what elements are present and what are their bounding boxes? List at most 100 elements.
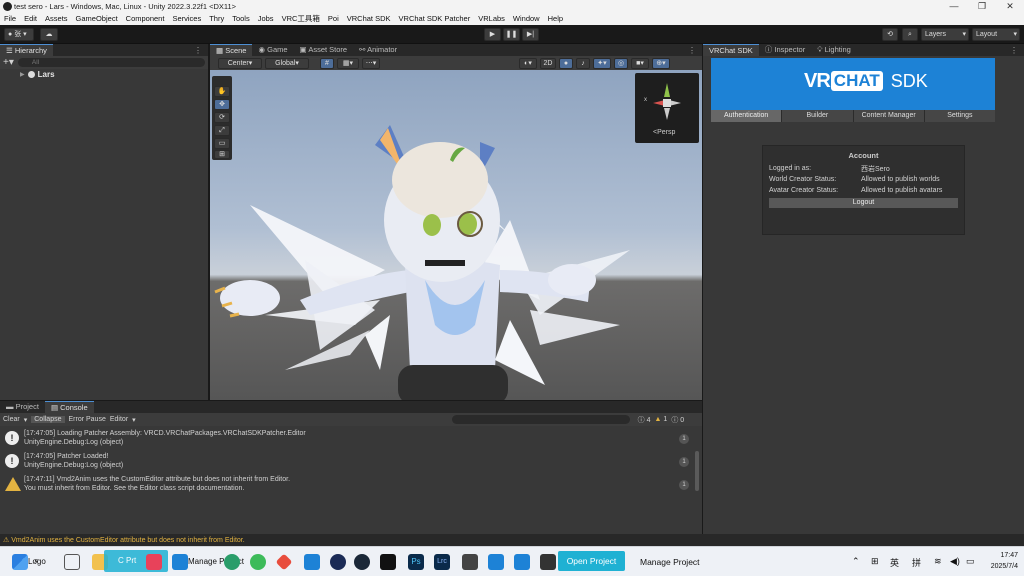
menu-window[interactable]: Window (509, 13, 544, 25)
camera-icon[interactable]: ■▾ (631, 57, 649, 69)
battery-icon[interactable]: ▭ (966, 556, 975, 567)
menu-vrc-toolbox[interactable]: VRC工具箱 (278, 13, 324, 25)
steam-icon[interactable] (354, 554, 370, 570)
layout-dropdown[interactable]: Layout ▾ (972, 28, 1020, 41)
clock-date[interactable]: 2025/7/4 (980, 563, 1018, 570)
gizmos-icon[interactable]: ⊕▾ (652, 57, 670, 69)
log-entry[interactable]: ! [17:47:05] Patcher Loaded! UnityEngine… (0, 451, 694, 473)
menu-vrlabs[interactable]: VRLabs (474, 13, 509, 25)
start-icon[interactable] (12, 554, 28, 570)
rotate-tool-icon[interactable]: ⟳ (214, 112, 230, 123)
diamond-app-icon[interactable] (275, 553, 293, 571)
transform-tool-icon[interactable]: ⊞ (214, 150, 230, 159)
wifi-icon[interactable]: ≋ (934, 556, 942, 567)
app-store-icon[interactable] (304, 554, 320, 570)
error-count-badge[interactable]: ⓘ 0 (671, 415, 684, 425)
menu-component[interactable]: Component (122, 13, 169, 25)
edge-icon[interactable] (224, 554, 240, 570)
logout-button[interactable]: Logout (769, 198, 958, 208)
ime-en[interactable]: 英 (890, 556, 899, 569)
lighting-toggle-icon[interactable]: ● (559, 57, 573, 69)
clear-dropdown-icon[interactable]: ▾ (24, 416, 28, 424)
tab-console[interactable]: ▤ Console (44, 401, 94, 413)
warn-count-badge[interactable]: ▲ 1 (655, 416, 668, 423)
tab-vrchat-sdk[interactable]: VRChat SDK (703, 44, 759, 56)
move-tool-icon[interactable]: ✥ (214, 99, 230, 110)
tab-hierarchy[interactable]: ☰ Hierarchy (0, 44, 53, 56)
play-button[interactable]: ▶ (484, 28, 501, 41)
clear-button[interactable]: Clear (3, 416, 20, 423)
menu-gameobject[interactable]: GameObject (72, 13, 122, 25)
app-icon[interactable] (462, 554, 478, 570)
status-bar[interactable]: ⚠ Vmd2Anim uses the CustomEditor attribu… (0, 534, 1024, 546)
minimize-icon[interactable]: — (940, 0, 968, 13)
nav-content-manager[interactable]: Content Manager (853, 110, 925, 122)
close-icon[interactable]: ✕ (996, 0, 1024, 13)
hidden-objects-icon[interactable]: ◎ (614, 57, 628, 69)
space-dropdown[interactable]: Global▾ (265, 57, 309, 69)
log-entry[interactable]: ! [17:47:05] Loading Patcher Assembly: V… (0, 428, 694, 450)
volume-icon[interactable]: ◀) (950, 556, 960, 567)
tab-lighting[interactable]: 💡︎ Lighting (811, 44, 857, 56)
panel-menu-icon[interactable]: ⋮ (194, 46, 202, 55)
menu-help[interactable]: Help (544, 13, 567, 25)
manage-project-button[interactable]: Manage Project (640, 557, 700, 567)
menu-poi[interactable]: Poi (324, 13, 343, 25)
tab-asset-store[interactable]: ▣ Asset Store (294, 44, 354, 56)
menu-edit[interactable]: Edit (20, 13, 41, 25)
menu-vrchat-sdk-patcher[interactable]: VRChat SDK Patcher (395, 13, 475, 25)
hierarchy-row-lars[interactable]: ▶ Lars (0, 69, 208, 80)
nav-authentication[interactable]: Authentication (711, 110, 783, 122)
tab-animator[interactable]: ⚯ Animator (353, 44, 403, 56)
scene-gizmo[interactable]: x <Persp (635, 73, 699, 143)
music-icon[interactable] (146, 554, 162, 570)
console-search-input[interactable] (451, 415, 630, 424)
menu-vrchat-sdk[interactable]: VRChat SDK (343, 13, 395, 25)
unity-icon[interactable] (540, 554, 556, 570)
clock-time[interactable]: 17:47 (990, 552, 1018, 559)
panel-menu-icon[interactable]: ⋮ (1010, 46, 1018, 55)
audio-toggle-icon[interactable]: ♪ (576, 57, 590, 69)
console-scrollbar[interactable] (695, 451, 699, 491)
app-icon[interactable] (514, 554, 530, 570)
scene-viewport[interactable]: ✋ ✥ ⟳ ⤢ ▭ ⊞ x <Persp (210, 70, 702, 400)
pause-button[interactable]: ❚❚ (503, 28, 520, 41)
search-icon[interactable]: ⌕ (902, 28, 918, 41)
menu-assets[interactable]: Assets (41, 13, 72, 25)
perspective-label[interactable]: <Persp (653, 129, 675, 136)
scale-tool-icon[interactable]: ⤢ (214, 125, 230, 136)
grid-snap-icon[interactable]: # (320, 57, 334, 69)
nav-settings[interactable]: Settings (924, 110, 995, 122)
step-button[interactable]: ▶| (522, 28, 539, 41)
layers-dropdown[interactable]: Layers ▾ (921, 28, 969, 41)
ime-pinyin[interactable]: 拼 (912, 556, 921, 569)
menu-file[interactable]: File (0, 13, 20, 25)
steam-alt-icon[interactable] (330, 554, 346, 570)
log-entry[interactable]: [17:47:11] Vmd2Anim uses the CustomEdito… (0, 474, 694, 496)
error-pause-button[interactable]: Error Pause (69, 416, 106, 423)
tray-apps-icon[interactable]: ⊞ (871, 556, 879, 567)
capcut-icon[interactable] (380, 554, 396, 570)
open-project-button[interactable]: Open Project (558, 551, 625, 571)
tab-game[interactable]: ◉ Game (252, 44, 293, 56)
search-label[interactable]: Logo (28, 557, 46, 566)
restore-icon[interactable]: ❐ (968, 0, 996, 13)
lightroom-icon[interactable]: Lrc (434, 554, 450, 570)
tab-project[interactable]: ▬ Project (0, 401, 45, 413)
editor-dropdown-icon[interactable]: ▾ (132, 416, 136, 424)
snap-icon[interactable]: ⋯▾ (362, 57, 380, 69)
shading-icon[interactable]: ◐▾ (519, 57, 537, 69)
effects-icon[interactable]: ✦▾ (593, 57, 611, 69)
info-count-badge[interactable]: ⓘ 4 (638, 415, 651, 425)
collapse-button[interactable]: Collapse (31, 416, 65, 423)
photoshop-icon[interactable]: Ps (408, 554, 424, 570)
menu-thry[interactable]: Thry (205, 13, 228, 25)
wechat-icon[interactable] (250, 554, 266, 570)
cloud-icon[interactable]: ☁ (40, 28, 58, 41)
hierarchy-search-input[interactable]: All (17, 58, 205, 67)
expand-arrow-icon[interactable]: ▶ (20, 71, 25, 78)
tray-chevron-icon[interactable]: ⌃ (852, 556, 860, 567)
app-icon[interactable] (172, 554, 188, 570)
menu-jobs[interactable]: Jobs (254, 13, 278, 25)
app-icon[interactable] (488, 554, 504, 570)
